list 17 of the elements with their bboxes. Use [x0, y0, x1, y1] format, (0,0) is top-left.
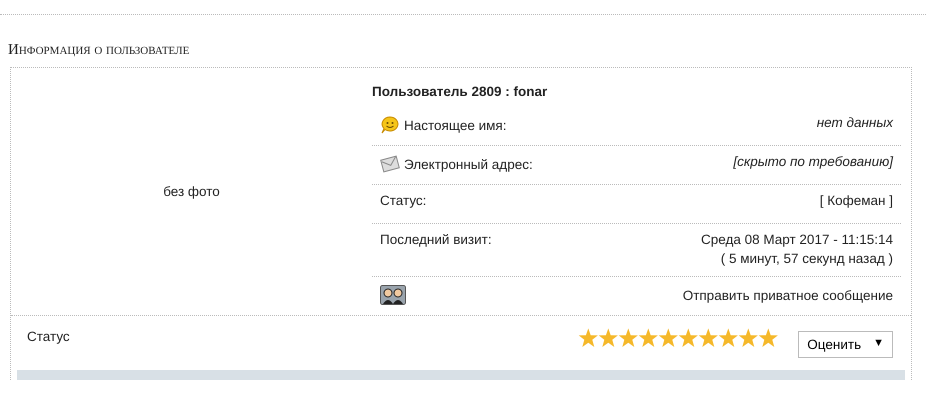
field-value: ( 5 минут, 57 секунд назад )	[720, 251, 893, 266]
user-title: Пользователь 2809 : fonar	[372, 83, 548, 101]
rate-button[interactable]: Оценить ▼	[798, 331, 893, 358]
users-icon[interactable]	[380, 285, 406, 305]
no-photo-text: без фото	[163, 184, 220, 199]
field-label: Статус:	[380, 193, 426, 208]
field-label: Последний визит:	[380, 232, 492, 247]
field-value: Среда 08 Март 2017 - 11:15:14	[701, 232, 893, 247]
field-label: Электронный адрес:	[404, 156, 533, 172]
field-value: нет данных	[816, 115, 893, 130]
status-label: Статус	[27, 329, 70, 344]
field-label: Настоящее имя:	[404, 118, 506, 132]
field-value: [скрыто по требованию]	[733, 154, 893, 169]
field-value: [ Кофеман ]	[820, 193, 893, 208]
private-message-link[interactable]: Отправить приватное сообщение	[682, 288, 893, 302]
section-title: Информация о пользователе	[8, 42, 190, 60]
smiley-icon	[380, 115, 400, 135]
